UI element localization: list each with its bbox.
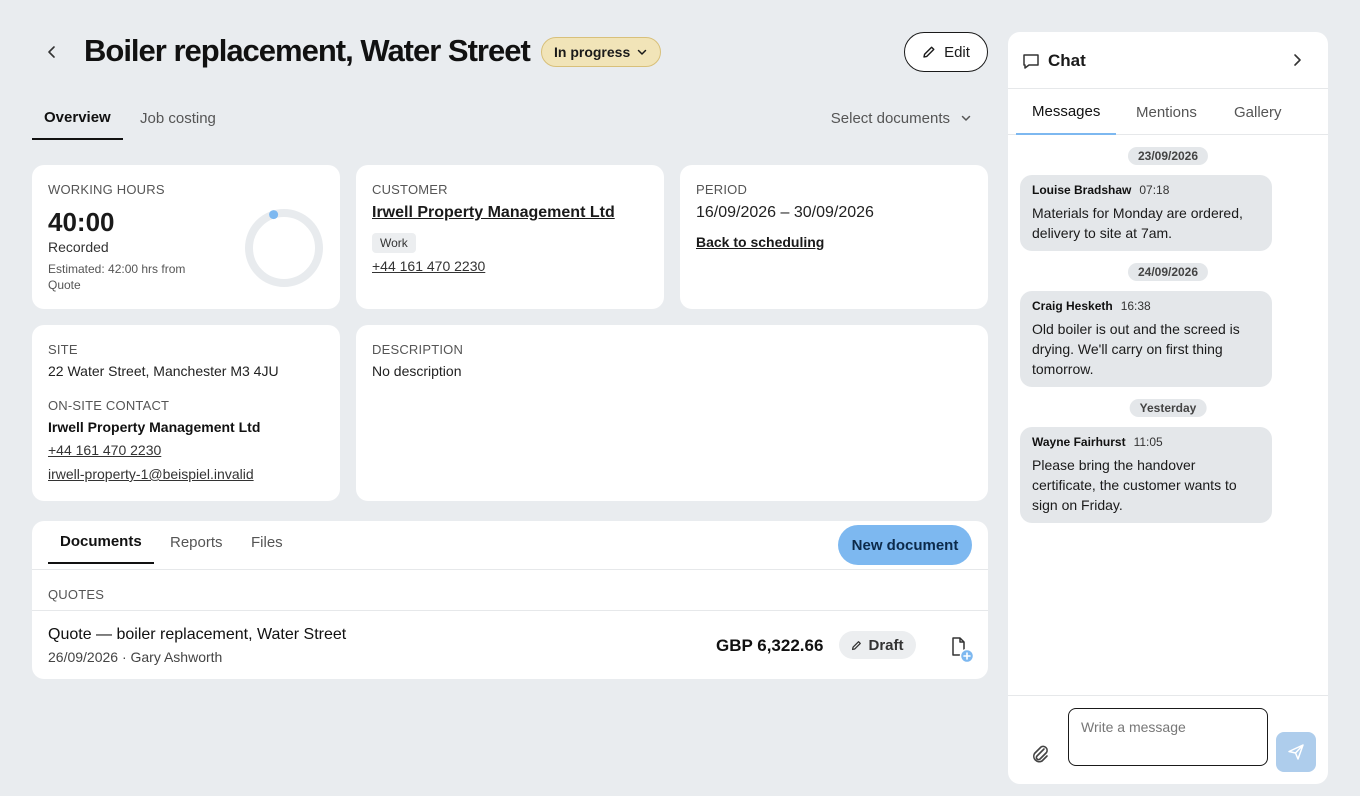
onsite-contact-phone-link[interactable]: +44 161 470 2230 bbox=[48, 442, 161, 458]
onsite-contact-label: ON-SITE CONTACT bbox=[48, 398, 170, 413]
message-time: 11:05 bbox=[1133, 435, 1163, 449]
message-time: 07:18 bbox=[1139, 183, 1170, 197]
pencil-icon bbox=[923, 46, 935, 58]
working-hours-card: WORKING HOURS 40:00 Recorded Estimated: … bbox=[32, 165, 340, 309]
chat-composer bbox=[1008, 695, 1328, 784]
status-dropdown[interactable]: In progress bbox=[541, 37, 662, 67]
description-label: DESCRIPTION bbox=[372, 342, 464, 357]
tab-documents[interactable]: Documents bbox=[48, 521, 154, 564]
period-range: 16/09/2026 – 30/09/2026 bbox=[696, 204, 874, 221]
tab-gallery[interactable]: Gallery bbox=[1234, 89, 1282, 135]
tab-messages[interactable]: Messages bbox=[1016, 89, 1117, 135]
create-from-document-icon[interactable] bbox=[948, 635, 978, 665]
new-document-button[interactable]: New document bbox=[838, 525, 972, 565]
chat-message: Wayne Fairhurst 11:05 Please bring the ha… bbox=[1020, 427, 1272, 523]
document-title[interactable]: Quote — boiler replacement, Water Street bbox=[48, 626, 346, 644]
chat-message: Louise Bradshaw 07:18 Materials for Monda… bbox=[1020, 175, 1272, 251]
tab-overview[interactable]: Overview bbox=[32, 96, 123, 140]
gauge-marker bbox=[269, 210, 279, 220]
working-hours-label: WORKING HOURS bbox=[48, 182, 165, 197]
pencil-icon bbox=[852, 640, 862, 650]
period-card: PERIOD 16/09/2026 – 30/09/2026 Back to s… bbox=[680, 165, 988, 309]
message-text: Please bring the handover certificate, t… bbox=[1032, 457, 1237, 513]
chat-tabs: Messages Mentions Gallery bbox=[1008, 89, 1328, 135]
chat-title: Chat bbox=[1048, 51, 1086, 70]
page-title: Boiler replacement, Water Street bbox=[84, 33, 531, 68]
status-label: In progress bbox=[554, 44, 631, 60]
site-address: 22 Water Street, Manchester M3 4JU bbox=[48, 363, 279, 379]
message-author: Louise Bradshaw bbox=[1032, 183, 1132, 197]
onsite-contact-email-link[interactable]: irwell-property-1@beispiel.invalid bbox=[48, 466, 254, 482]
date-separator: 24/09/2026 bbox=[1127, 263, 1209, 281]
send-button[interactable] bbox=[1276, 732, 1316, 772]
chat-header: Chat bbox=[1008, 32, 1328, 89]
back-button[interactable] bbox=[40, 40, 64, 64]
document-meta: 26/09/2026 · Gary Ashworth bbox=[48, 649, 223, 665]
description-text: No description bbox=[372, 363, 462, 379]
tab-files[interactable]: Files bbox=[251, 521, 283, 564]
customer-tag: Work bbox=[372, 233, 416, 253]
chevron-right-icon[interactable] bbox=[1290, 53, 1304, 67]
quotes-section-label: QUOTES bbox=[48, 587, 105, 602]
chevron-left-icon bbox=[48, 46, 55, 58]
job-tabs: Overview Job costing Select documents bbox=[32, 96, 988, 140]
customer-phone-link[interactable]: +44 161 470 2230 bbox=[372, 258, 485, 274]
document-status-label: Draft bbox=[868, 636, 904, 654]
working-hours-estimate: Estimated: 42:00 hrs from Quote bbox=[48, 262, 186, 292]
chat-message: Craig Hesketh 16:38 Old boiler is out and… bbox=[1020, 291, 1272, 387]
message-author: Craig Hesketh bbox=[1032, 299, 1113, 313]
edit-button[interactable]: Edit bbox=[904, 32, 988, 72]
documents-tabs: Documents Reports Files New document bbox=[32, 521, 988, 570]
chat-bubble-icon bbox=[1023, 54, 1039, 69]
description-card: DESCRIPTION No description bbox=[356, 325, 988, 501]
onsite-contact-name: Irwell Property Management Ltd bbox=[48, 419, 261, 435]
send-icon bbox=[1288, 744, 1304, 760]
date-separator: 23/09/2026 bbox=[1127, 147, 1209, 165]
chat-panel: Chat Messages Mentions Gallery 23/09/202… bbox=[1008, 32, 1328, 784]
site-card: SITE 22 Water Street, Manchester M3 4JU … bbox=[32, 325, 340, 501]
customer-card: CUSTOMER Irwell Property Management Ltd … bbox=[356, 165, 664, 309]
date-separator: Yesterday bbox=[1129, 399, 1207, 417]
site-label: SITE bbox=[48, 342, 78, 357]
customer-label: CUSTOMER bbox=[372, 182, 448, 197]
customer-name-link[interactable]: Irwell Property Management Ltd bbox=[372, 204, 615, 222]
chevron-down-icon bbox=[961, 115, 971, 121]
divider bbox=[32, 610, 988, 611]
documents-panel: Documents Reports Files New document QUO… bbox=[32, 521, 988, 679]
message-text: Old boiler is out and the screed is dryi… bbox=[1032, 321, 1240, 377]
tab-mentions[interactable]: Mentions bbox=[1136, 89, 1197, 135]
message-author: Wayne Fairhurst bbox=[1032, 435, 1126, 449]
period-label: PERIOD bbox=[696, 182, 748, 197]
document-status-badge[interactable]: Draft bbox=[839, 631, 916, 659]
working-hours-recorded: Recorded bbox=[48, 239, 109, 255]
message-input[interactable] bbox=[1068, 708, 1268, 766]
working-hours-value: 40:00 bbox=[48, 207, 115, 237]
message-time: 16:38 bbox=[1120, 299, 1151, 313]
message-text: Materials for Monday are ordered, delive… bbox=[1032, 205, 1243, 241]
chevron-down-icon bbox=[638, 49, 647, 55]
back-to-scheduling-link[interactable]: Back to scheduling bbox=[696, 234, 824, 250]
hours-progress-gauge bbox=[245, 209, 323, 287]
paperclip-icon[interactable] bbox=[1028, 742, 1052, 766]
tab-reports[interactable]: Reports bbox=[170, 521, 223, 564]
select-documents-dropdown[interactable]: Select documents bbox=[831, 96, 972, 140]
document-amount: GBP 6,322.66 bbox=[716, 636, 824, 655]
tab-job-costing[interactable]: Job costing bbox=[140, 96, 216, 140]
edit-label: Edit bbox=[944, 43, 970, 61]
select-documents-label: Select documents bbox=[830, 109, 950, 127]
